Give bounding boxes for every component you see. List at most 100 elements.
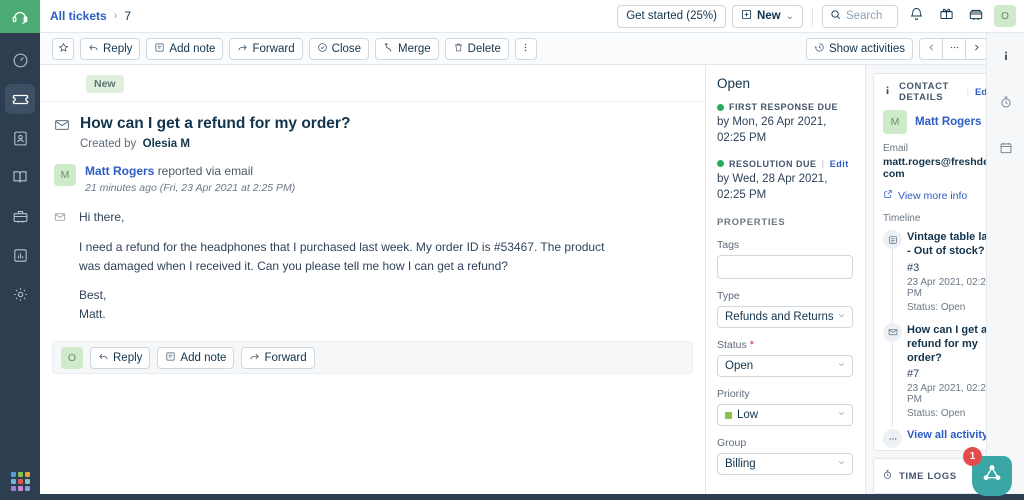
status-dot-icon (717, 160, 724, 168)
sidebar-item-forums[interactable] (5, 201, 35, 231)
forward-button[interactable]: Forward (229, 37, 303, 60)
add-note-button[interactable]: Add note (146, 37, 224, 60)
note-list-icon (883, 230, 902, 249)
breadcrumb: All tickets › 7 (50, 9, 131, 23)
search-placeholder: Search (846, 10, 883, 22)
breadcrumb-separator: › (113, 10, 118, 22)
message-author[interactable]: Matt Rogers (85, 164, 154, 178)
user-avatar[interactable]: O (994, 5, 1016, 27)
sidebar-item-tickets[interactable] (5, 84, 35, 114)
search-input[interactable]: Search (822, 4, 898, 28)
more-actions-button[interactable] (514, 37, 537, 60)
resolution-due-value: by Wed, 28 Apr 2021, 02:25 PM (717, 173, 828, 201)
tags-input[interactable] (717, 255, 853, 280)
show-activities-button[interactable]: Show activities (805, 37, 913, 60)
status-select[interactable]: Open (717, 355, 853, 378)
chevron-down-icon: ⌄ (785, 10, 794, 22)
notifications-button[interactable] (904, 4, 928, 28)
merge-icon (383, 42, 394, 56)
add-note-button-label: Add note (169, 42, 216, 55)
field-group: Group Billing (717, 437, 853, 476)
message-author-row: Matt Rogers reported via email (85, 164, 295, 178)
breadcrumb-all-tickets[interactable]: All tickets (50, 9, 107, 23)
inline-forward-button[interactable]: Forward (241, 346, 315, 369)
avatar: M (883, 110, 907, 134)
resolution-due-edit-link[interactable]: Edit (830, 159, 849, 169)
status-label: Status * (717, 339, 853, 351)
next-ticket-button[interactable] (965, 37, 988, 60)
ellipsis-icon (883, 429, 902, 449)
type-value: Refunds and Returns (725, 311, 834, 324)
brand-logo[interactable] (0, 0, 40, 33)
required-indicator: * (749, 338, 755, 351)
note-icon (154, 42, 165, 56)
freshchat-launcher[interactable]: 1 (963, 447, 1012, 496)
activity-clock-icon (814, 42, 825, 56)
new-button[interactable]: New ⌄ (731, 4, 803, 28)
inline-add-note-button[interactable]: Add note (157, 346, 235, 369)
reply-icon (88, 42, 99, 56)
field-priority: Priority Low (717, 388, 853, 427)
priority-color-swatch (725, 411, 732, 419)
sidebar-item-solutions[interactable] (5, 162, 35, 192)
chevron-down-icon (837, 409, 846, 421)
rail-time-logs-button[interactable] (993, 91, 1019, 117)
close-button[interactable]: Close (308, 37, 370, 60)
pagination-ellipsis-button[interactable] (942, 37, 965, 60)
divider: | (966, 86, 970, 98)
gauge-icon (12, 52, 29, 69)
freshdesk-ticket-page: All tickets › 7 Get started (25%) New ⌄ (0, 0, 1024, 500)
forward-icon (249, 351, 260, 365)
close-circle-icon (317, 42, 328, 56)
merge-button[interactable]: Merge (375, 37, 439, 60)
status-badge-row: New (40, 65, 705, 102)
first-response-due-value: by Mon, 26 Apr 2021, 02:25 PM (717, 116, 827, 144)
trash-icon (453, 42, 464, 56)
rail-todo-button[interactable] (993, 137, 1019, 163)
sidebar-item-admin[interactable] (5, 279, 35, 309)
chevron-left-icon (927, 43, 936, 55)
search-icon (830, 9, 841, 23)
field-tags: Tags (717, 239, 853, 280)
chevron-down-icon (837, 458, 846, 470)
freshchat-icon (981, 463, 1003, 490)
group-value: Billing (725, 458, 756, 471)
get-started-button[interactable]: Get started (25%) (617, 4, 726, 28)
sidebar-item-reports[interactable] (5, 240, 35, 270)
inline-reply-label: Reply (113, 351, 143, 364)
envelope-small-icon (54, 208, 70, 323)
message-body: Hi there, I need a refund for the headph… (40, 194, 705, 323)
calendar-icon (999, 141, 1013, 160)
sidebar-item-dashboard[interactable] (5, 45, 35, 75)
apps-grid-icon[interactable] (10, 472, 30, 491)
reply-button[interactable]: Reply (80, 37, 141, 60)
delete-button[interactable]: Delete (444, 37, 509, 60)
star-button[interactable] (52, 37, 74, 60)
headset-icon (11, 8, 29, 26)
created-by-name: Olesia M (142, 138, 190, 151)
bottom-strip (0, 494, 1024, 500)
rail-contact-info-button[interactable] (993, 45, 1019, 71)
page-title: How can I get a refund for my order? (80, 115, 351, 132)
message-timestamp: 21 minutes ago (Fri, 23 Apr 2021 at 2:25… (85, 182, 296, 195)
previous-ticket-button[interactable] (919, 37, 942, 60)
group-select[interactable]: Billing (717, 453, 853, 476)
message-paragraph: Hi there, (79, 210, 125, 225)
type-select[interactable]: Refunds and Returns (717, 306, 853, 329)
gear-icon (12, 286, 29, 303)
reply-button-label: Reply (103, 42, 133, 55)
sidebar-item-contacts[interactable] (5, 123, 35, 153)
marketplace-button[interactable] (964, 4, 988, 28)
resolution-due-header: RESOLUTION DUE | Edit (717, 158, 853, 169)
avatar: O (61, 346, 83, 369)
chevron-down-icon (837, 360, 846, 372)
priority-select[interactable]: Low (717, 404, 853, 427)
message-block: M Matt Rogers reported via email 21 minu… (40, 150, 705, 194)
inline-reply-button[interactable]: Reply (90, 346, 151, 369)
freshchat-unread-count: 1 (963, 447, 982, 466)
whats-new-button[interactable] (934, 4, 958, 28)
ticket-icon (11, 90, 30, 109)
bar-chart-icon (12, 247, 29, 264)
message-text: Hi there, I need a refund for the headph… (79, 208, 624, 323)
contact-name[interactable]: Matt Rogers (915, 116, 981, 128)
